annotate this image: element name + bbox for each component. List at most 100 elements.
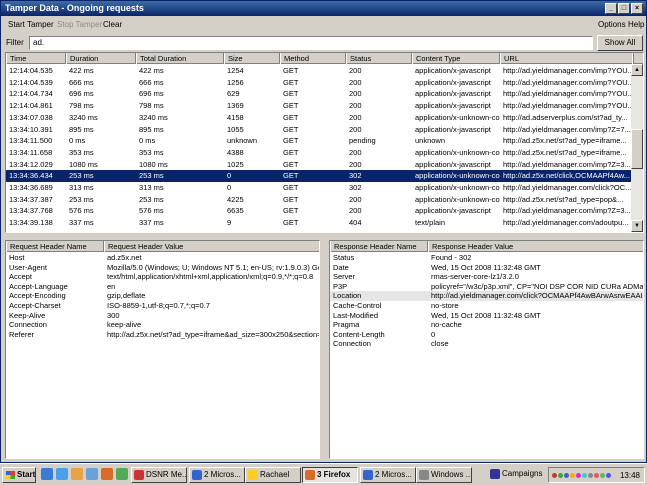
filter-input[interactable]: ad. (29, 36, 593, 50)
tray-icon-9[interactable] (600, 473, 605, 478)
minimize-icon[interactable]: _ (605, 3, 617, 14)
app-icon[interactable] (116, 468, 128, 480)
header-row[interactable]: Connection close (330, 339, 643, 349)
taskbar-item[interactable]: Windows ... (416, 467, 472, 483)
tray-icon-6[interactable] (582, 473, 587, 478)
table-cell: GET (283, 206, 299, 216)
outlook-icon[interactable] (71, 468, 83, 480)
header-row[interactable]: Server rmas-server-core-lz1/3.2.0 (330, 272, 643, 282)
table-row[interactable]: 12:14:04.535 422 ms 422 ms 1254 GET 200 applic… (6, 65, 643, 77)
column-header[interactable]: Status (346, 53, 412, 64)
tray-icon-8[interactable] (594, 473, 599, 478)
table-row[interactable]: 13:34:11.658 353 ms 353 ms 4388 GET 200 applic… (6, 147, 643, 159)
column-header[interactable]: Method (280, 53, 346, 64)
column-header[interactable]: Request Header Value (104, 241, 319, 252)
tray-icon-4[interactable] (570, 473, 575, 478)
scroll-thumb[interactable] (631, 129, 643, 169)
tray-icon-5[interactable] (576, 473, 581, 478)
header-row[interactable]: Cache-Control no-store (330, 301, 643, 311)
header-value: close (431, 339, 449, 349)
header-row[interactable]: Host ad.z5x.net (6, 253, 319, 263)
column-header[interactable]: Time (6, 53, 66, 64)
column-header[interactable] (632, 53, 643, 64)
header-row[interactable]: Accept-Language en (6, 282, 319, 292)
tray-icon-1[interactable] (552, 473, 557, 478)
tray-icon-2[interactable] (558, 473, 563, 478)
tray-icon-3[interactable] (564, 473, 569, 478)
column-header[interactable]: Response Header Name (330, 241, 428, 252)
table-row[interactable]: 13:34:36.434 253 ms 253 ms 0 GET 302 applicati… (6, 170, 643, 182)
header-value: no-store (431, 301, 459, 310)
header-value: Wed, 15 Oct 2008 11:32:48 GMT (431, 262, 541, 272)
taskbar-item-icon (192, 470, 202, 480)
header-row[interactable]: Date Wed, 15 Oct 2008 11:32:48 GMT (330, 263, 643, 273)
taskbar-item[interactable]: DSNR Me... (131, 467, 187, 483)
column-header[interactable]: Total Duration (136, 53, 224, 64)
table-cell: 253 ms (139, 171, 164, 181)
header-row[interactable]: Pragma no-cache (330, 320, 643, 330)
header-row[interactable]: Keep-Alive 300 (6, 311, 319, 321)
pane-splitter[interactable] (1, 234, 646, 239)
start-tamper-menu[interactable]: Start Tamper (8, 17, 54, 32)
table-row[interactable]: 12:14:04.539 666 ms 666 ms 1256 GET 200 applic… (6, 77, 643, 89)
table-row[interactable]: 12:14:04.861 798 ms 798 ms 1369 GET 200 applic… (6, 100, 643, 112)
response-headers-pane: Response Header Name Response Header Valu… (329, 240, 644, 459)
column-header[interactable]: Content Type (412, 53, 500, 64)
column-header[interactable]: Duration (66, 53, 136, 64)
help-menu[interactable]: Help (628, 17, 644, 32)
scroll-up-icon[interactable]: ▲ (631, 64, 643, 76)
header-row[interactable]: Content-Length 0 (330, 330, 643, 340)
request-table-header: Time Duration Total Duration Size Method Stat… (6, 53, 643, 64)
firefox-icon[interactable] (101, 468, 113, 480)
show-all-button[interactable]: Show All (597, 35, 643, 51)
taskbar-item-icon (305, 470, 315, 480)
tray-icon-7[interactable] (588, 473, 593, 478)
table-cell: http://ad.z5x.net/st?ad_type=iframe... (503, 147, 627, 157)
taskbar-item[interactable]: 2 Micros... (360, 467, 416, 483)
table-row[interactable]: 13:34:37.768 576 ms 576 ms 6635 GET 200 applic… (6, 205, 643, 217)
header-row[interactable]: Accept-Encoding gzip,deflate (6, 291, 319, 301)
close-icon[interactable]: × (631, 3, 643, 14)
start-button[interactable]: Start (2, 467, 36, 483)
taskbar-item[interactable]: Rachael (245, 467, 301, 483)
title-bar[interactable]: Tamper Data - Ongoing requests _ □ × (1, 1, 646, 16)
ie-icon[interactable] (56, 468, 68, 480)
table-cell: 1055 (227, 124, 244, 134)
clear-menu[interactable]: Clear (103, 17, 122, 32)
table-row[interactable]: 13:34:36.689 313 ms 313 ms 0 GET 302 applicati… (6, 182, 643, 194)
table-row[interactable]: 13:34:12.029 1080 ms 1080 ms 1025 GET 200 appl… (6, 159, 643, 171)
column-header[interactable]: URL (500, 53, 634, 64)
vertical-scrollbar[interactable]: ▲ ▼ (631, 64, 643, 232)
header-row[interactable]: Status Found - 302 (330, 253, 643, 263)
column-header[interactable]: Request Header Name (6, 241, 104, 252)
header-row[interactable]: Accept-Charset ISO-8859-1,utf-8;q=0.7,*;q… (6, 301, 319, 311)
maximize-icon[interactable]: □ (618, 3, 630, 14)
header-row[interactable]: P3P policyref="/w3c/p3p.xml", CP="NOI DSP… (330, 282, 643, 292)
table-row[interactable]: 13:34:10.391 895 ms 895 ms 1055 GET 200 applic… (6, 124, 643, 136)
column-header[interactable]: Response Header Value (428, 241, 643, 252)
tray-icon-10[interactable] (606, 473, 611, 478)
options-menu[interactable]: Options (598, 17, 626, 32)
taskbar-item[interactable]: 3 Firefox (302, 467, 358, 483)
table-row[interactable]: 13:34:37.387 253 ms 253 ms 4225 GET 200 applic… (6, 194, 643, 206)
desktop-icon[interactable] (41, 468, 53, 480)
stop-tamper-menu[interactable]: Stop Tamper (57, 17, 102, 32)
table-row[interactable]: 12:14:04.734 696 ms 696 ms 629 GET 200 applica… (6, 88, 643, 100)
header-row[interactable]: Referer http://ad.z5x.net/st?ad_type=ifra… (6, 330, 319, 340)
taskbar-item-icon (134, 470, 144, 480)
scroll-down-icon[interactable]: ▼ (631, 220, 643, 232)
column-header[interactable]: Size (224, 53, 280, 64)
table-cell: 13:34:11.658 (9, 147, 53, 157)
taskbar-item-campaigns[interactable]: Campaigns (488, 467, 546, 483)
header-row[interactable]: Location http://ad.yieldmanager.com/click… (330, 291, 643, 301)
table-row[interactable]: 13:34:39.138 337 ms 337 ms 9 GET 404 text/plai… (6, 217, 643, 229)
table-cell: 13:34:36.434 (9, 171, 53, 181)
taskbar-item[interactable]: 2 Micros... (189, 467, 245, 483)
header-row[interactable]: User-Agent Mozilla/5.0 (Windows; U; Windo… (6, 263, 319, 273)
table-row[interactable]: 13:34:11.500 0 ms 0 ms unknown GET pending unk… (6, 135, 643, 147)
header-row[interactable]: Connection keep-alive (6, 320, 319, 330)
header-row[interactable]: Last-Modified Wed, 15 Oct 2008 11:32:48 G… (330, 311, 643, 321)
header-row[interactable]: Accept text/html,application/xhtml+xml,ap… (6, 272, 319, 282)
explorer-icon[interactable] (86, 468, 98, 480)
table-row[interactable]: 13:34:07.038 3240 ms 3240 ms 4158 GET 200 appl… (6, 112, 643, 124)
